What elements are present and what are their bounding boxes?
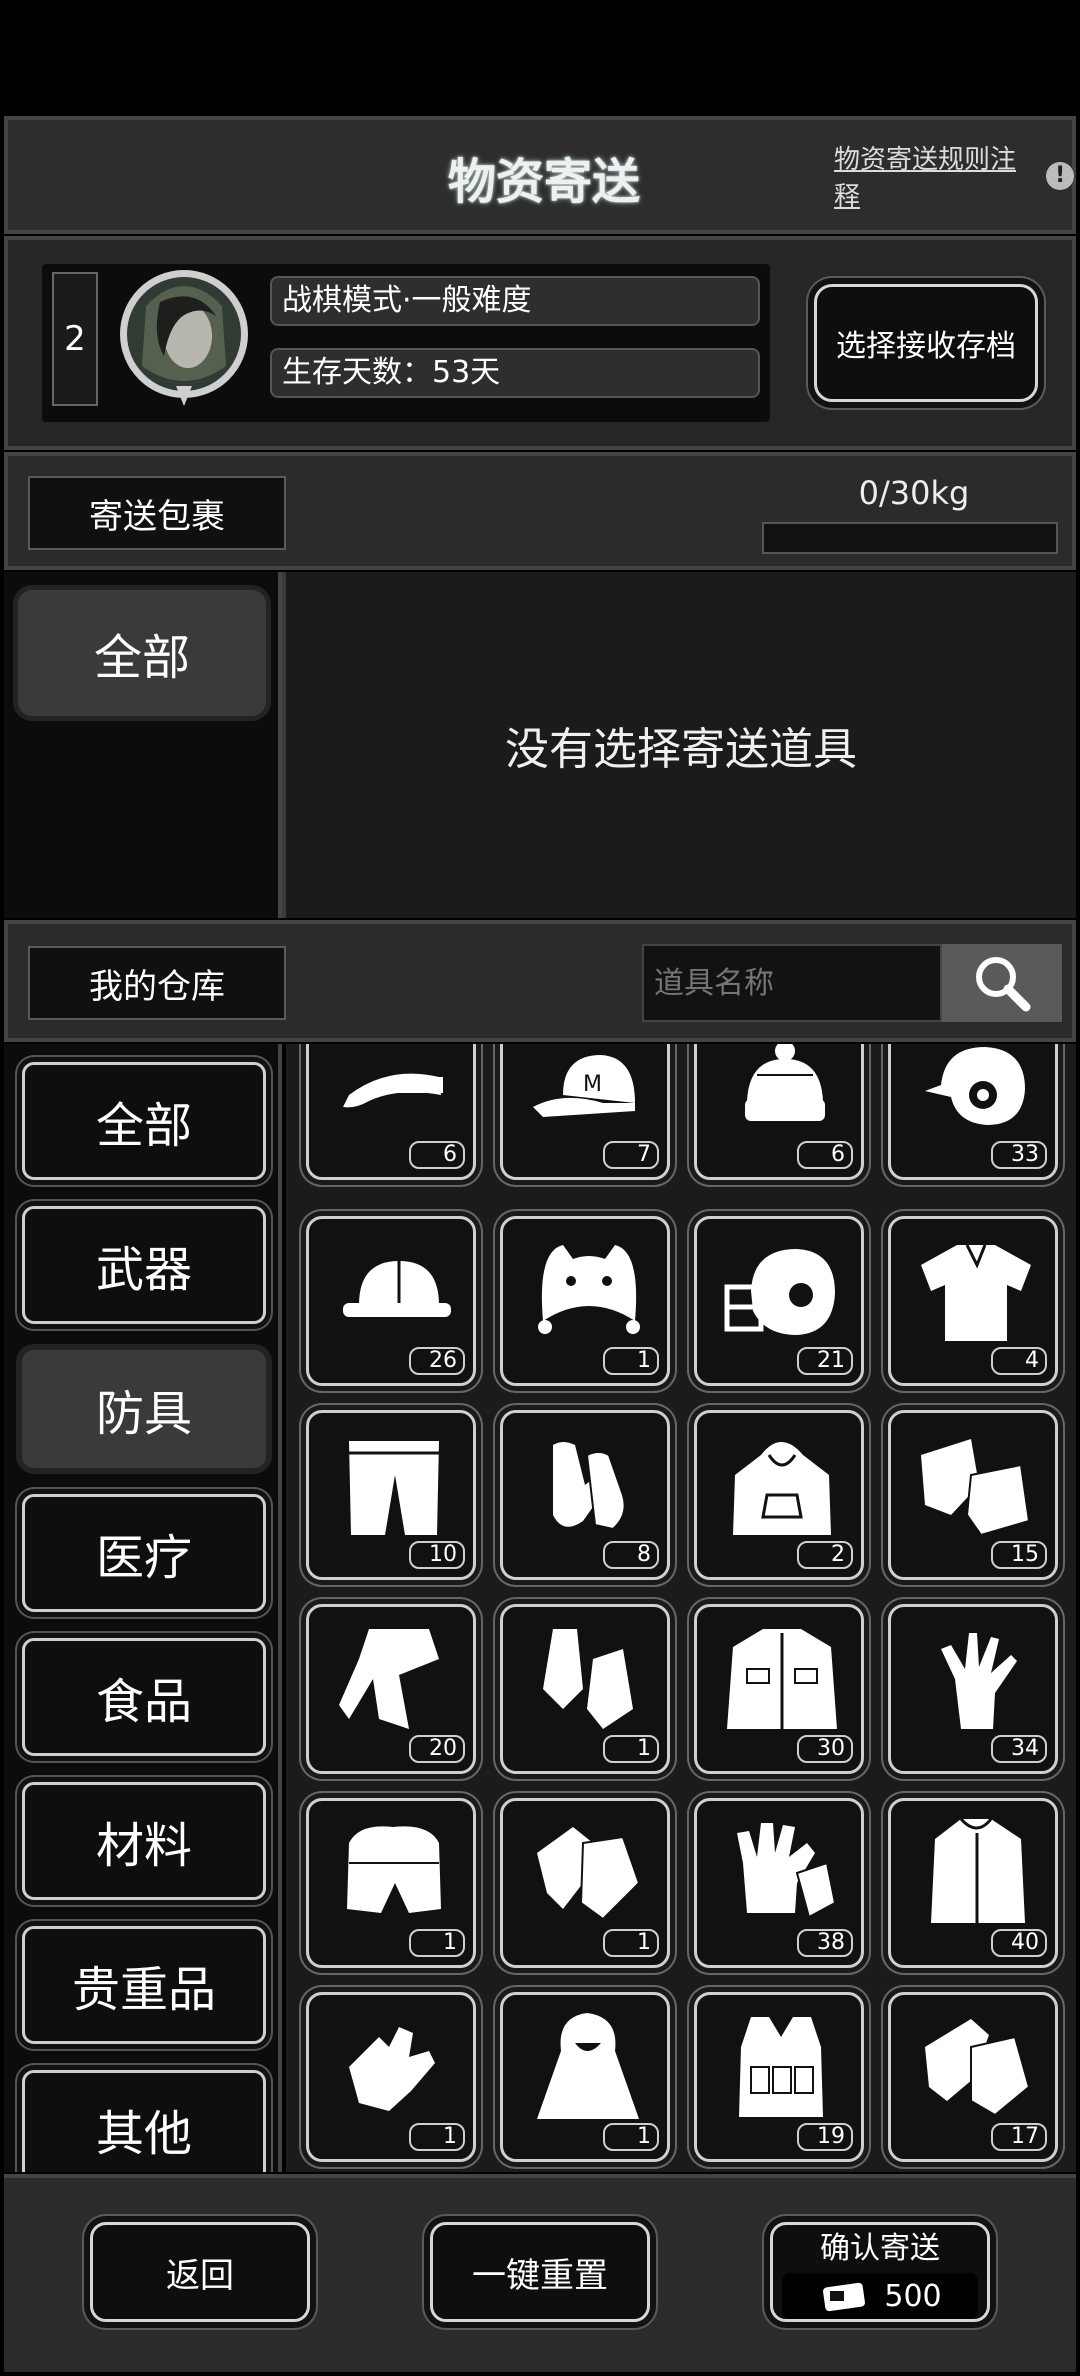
- item-grid: 6 M 7 6 33 26 1 21 4 10 8 2 15 20 1 30 3…: [286, 1044, 1076, 2172]
- svg-text:M: M: [583, 1072, 602, 1097]
- pants-icon: [349, 1441, 439, 1535]
- fur-pants-icon: [347, 1826, 441, 1913]
- back-button[interactable]: 返回: [90, 2222, 310, 2322]
- combat-gloves-icon: [925, 2019, 1031, 2117]
- item-slot[interactable]: M 7: [500, 1044, 670, 1180]
- item-slot[interactable]: 19: [694, 1992, 864, 2162]
- choose-save-button[interactable]: 选择接收存档: [814, 284, 1038, 402]
- item-slot[interactable]: 2: [694, 1410, 864, 1580]
- item-slot[interactable]: 6: [306, 1044, 476, 1180]
- package-area: 全部 没有选择寄送道具: [4, 572, 1076, 918]
- gloves-icon: [553, 1442, 626, 1531]
- knit-gloves-icon: [537, 1827, 641, 1921]
- slot-number: 2: [52, 272, 98, 406]
- item-slot[interactable]: 10: [306, 1410, 476, 1580]
- confirm-send-button[interactable]: 确认寄送 500: [770, 2222, 990, 2322]
- confirm-send-label: 确认寄送: [820, 2231, 940, 2266]
- item-slot[interactable]: 21: [694, 1216, 864, 1386]
- package-tab-all[interactable]: 全部: [18, 590, 266, 716]
- item-slot[interactable]: 1: [500, 1992, 670, 2162]
- tactical-gloves-icon: [737, 1823, 837, 1919]
- tracksuit-icon: [339, 1629, 439, 1729]
- item-slot[interactable]: 15: [888, 1410, 1058, 1580]
- search-input[interactable]: [642, 944, 942, 1022]
- ticket-icon: [823, 2282, 866, 2312]
- category-armor[interactable]: 防具: [22, 1350, 266, 1468]
- arm-warmers-icon: [543, 1629, 633, 1729]
- package-category-column: 全部: [4, 572, 282, 918]
- tactical-vest-icon: [739, 2017, 823, 2117]
- shirt-icon: [921, 1244, 1031, 1341]
- category-weapons[interactable]: 武器: [22, 1206, 266, 1324]
- item-slot[interactable]: 1: [306, 1798, 476, 1968]
- header-bar: 物资寄送 物资寄送规则注释 !: [4, 116, 1076, 234]
- item-slot[interactable]: 34: [888, 1604, 1058, 1774]
- beanie-icon: [745, 1044, 825, 1121]
- cost-value: 500: [884, 2278, 942, 2314]
- item-slot[interactable]: 38: [694, 1798, 864, 1968]
- item-slot[interactable]: 17: [888, 1992, 1058, 2162]
- item-slot[interactable]: 1: [500, 1798, 670, 1968]
- item-slot[interactable]: 30: [694, 1604, 864, 1774]
- item-slot[interactable]: 1: [500, 1216, 670, 1386]
- football-helmet-icon: [724, 1249, 835, 1335]
- cloak-icon: [537, 2013, 639, 2119]
- reset-button[interactable]: 一键重置: [430, 2222, 650, 2322]
- item-slot[interactable]: 20: [306, 1604, 476, 1774]
- baseball-cap-icon: M: [533, 1055, 635, 1117]
- empty-message: 没有选择寄送道具: [505, 724, 857, 775]
- item-slot[interactable]: 26: [306, 1216, 476, 1386]
- profile-panel: 2 战棋模式·一般难度 生存天数：53天 选择接收存档: [4, 236, 1076, 450]
- animal-hat-icon: [538, 1245, 640, 1334]
- category-medical[interactable]: 医疗: [22, 1494, 266, 1612]
- category-sidebar: 全部 武器 防具 医疗 食品 材料 贵重品 其他: [4, 1044, 282, 2172]
- profile-card: 2 战棋模式·一般难度 生存天数：53天: [42, 264, 770, 422]
- category-other[interactable]: 其他: [22, 2070, 266, 2172]
- fingerless-gloves-icon: [921, 1439, 1031, 1537]
- info-icon: !: [1046, 162, 1074, 190]
- jacket-icon: [727, 1629, 837, 1729]
- item-slot[interactable]: 1: [306, 1992, 476, 2162]
- warehouse-bar: 我的仓库: [4, 920, 1076, 1042]
- package-bar: 寄送包裹 0/30kg: [4, 452, 1076, 570]
- rules-link[interactable]: 物资寄送规则注释 !: [834, 145, 1074, 212]
- category-materials[interactable]: 材料: [22, 1782, 266, 1900]
- cost-box: 500: [782, 2273, 978, 2319]
- weight-progress-bar: [762, 522, 1058, 554]
- hoodie-icon: [733, 1442, 831, 1535]
- batting-helmet-icon: [925, 1047, 1025, 1125]
- coat-icon: [931, 1817, 1025, 1923]
- package-label: 寄送包裹: [28, 476, 286, 550]
- visor-icon: [343, 1073, 443, 1108]
- survival-days-field: 生存天数：53天: [270, 348, 760, 398]
- item-slot[interactable]: 6: [694, 1044, 864, 1180]
- item-slot[interactable]: 8: [500, 1410, 670, 1580]
- warehouse-label: 我的仓库: [28, 946, 286, 1020]
- category-valuables[interactable]: 贵重品: [22, 1926, 266, 2044]
- search-icon: [976, 957, 1031, 1012]
- item-slot[interactable]: 40: [888, 1798, 1058, 1968]
- weight-label: 0/30kg: [858, 474, 970, 512]
- fingerless-glove-icon: [349, 2027, 435, 2111]
- glove-icon: [941, 1633, 1017, 1729]
- game-mode-field: 战棋模式·一般难度: [270, 276, 760, 326]
- hard-hat-icon: [343, 1261, 451, 1317]
- category-all[interactable]: 全部: [22, 1062, 266, 1180]
- avatar: [116, 266, 252, 410]
- package-items-area: 没有选择寄送道具: [286, 572, 1076, 918]
- search-button[interactable]: [942, 944, 1062, 1022]
- footer-bar: 返回 一键重置 确认寄送 500: [4, 2174, 1076, 2372]
- category-food[interactable]: 食品: [22, 1638, 266, 1756]
- item-slot[interactable]: 33: [888, 1044, 1058, 1180]
- item-slot[interactable]: 1: [500, 1604, 670, 1774]
- item-slot[interactable]: 4: [888, 1216, 1058, 1386]
- rules-link-label: 物资寄送规则注释: [834, 145, 1017, 212]
